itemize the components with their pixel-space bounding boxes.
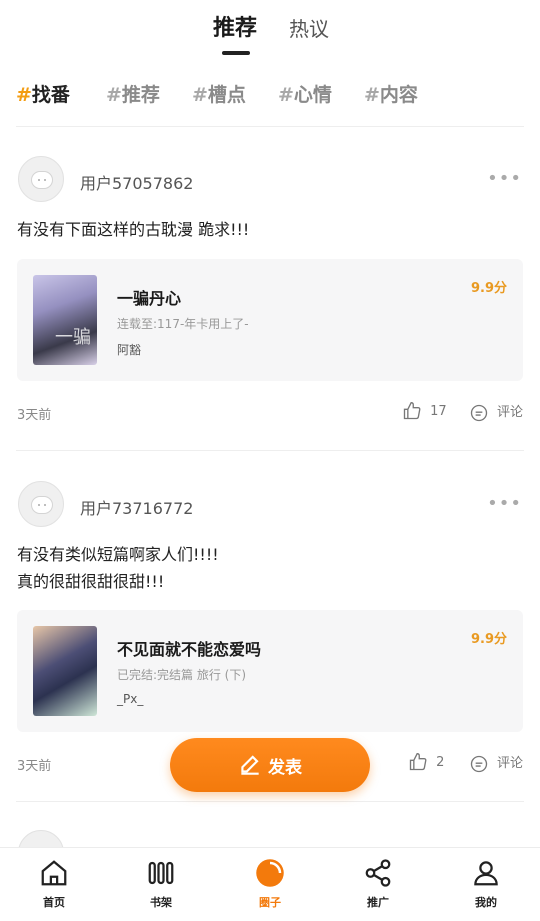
thumbs-up-icon [403,401,421,420]
like-count: 17 [430,403,447,419]
bookshelf-icon [148,861,174,885]
user-icon [474,861,498,886]
tag-filter-row: #找番 #推荐 #槽点 #心情 #内容 [16,80,524,108]
comment-button[interactable]: 评论 [469,401,523,423]
book-score: 9.9分 [470,281,507,296]
book-title: 一骗丹心 [117,289,182,308]
nav-promote[interactable]: 推广 [348,858,408,910]
like-count: 2 [436,754,445,770]
bottom-nav: 首页 书架 圈子 推广 我的 [0,847,540,921]
nav-bookshelf[interactable]: 书架 [131,858,191,910]
username[interactable]: 用户57057862 [80,170,193,194]
tag-find-anime[interactable]: #找番 [16,80,70,107]
top-tab-bar: 推荐 热议 [0,0,540,64]
home-icon [41,860,67,886]
nav-home[interactable]: 首页 [24,858,84,910]
username[interactable]: 用户73716772 [80,495,193,519]
book-score: 9.9分 [470,632,507,647]
tab-underline [222,51,250,55]
book-cover [33,626,97,716]
book-card[interactable]: 不见面就不能恋爱吗 已完结:完结篇 旅行 (下) _Px_ 9.9分 [17,610,523,732]
divider [16,450,524,451]
book-author: 阿豁 [117,343,142,357]
post-time: 3天前 [17,759,52,774]
comment-icon [470,404,488,421]
book-status: 已完结:完结篇 旅行 (下) [117,668,247,682]
tag-mood[interactable]: #心情 [278,80,332,107]
tag-content[interactable]: #内容 [364,80,418,107]
post-text: 有没有类似短篇啊家人们!!!! 真的很甜很甜很甜!!! [17,545,219,591]
nav-circle[interactable]: 圈子 [240,858,300,910]
tab-hot[interactable]: 热议 [289,13,329,42]
comment-icon [470,755,488,772]
thumbs-up-icon [409,752,427,771]
divider [16,126,524,127]
pen-icon [241,755,259,775]
divider [16,801,524,802]
tab-recommend[interactable]: 推荐 [213,10,257,42]
comment-button[interactable]: 评论 [469,752,523,774]
avatar[interactable] [18,481,64,527]
book-status: 连载至:117-年卡用上了- [117,317,249,331]
tag-recommend[interactable]: #推荐 [106,80,160,107]
more-options-icon[interactable]: ••• [487,493,522,514]
avatar[interactable] [18,156,64,202]
like-button[interactable]: 2 [408,752,444,772]
book-title: 不见面就不能恋爱吗 [117,640,262,659]
nav-mine[interactable]: 我的 [456,858,516,910]
post-publish-button[interactable]: 发表 [170,738,370,792]
book-cover: 一骗 [33,275,97,365]
more-options-icon[interactable]: ••• [487,168,522,189]
post-time: 3天前 [17,408,52,423]
post-text: 有没有下面这样的古耽漫 跪求!!! [17,220,250,239]
circle-icon [256,859,284,887]
book-card[interactable]: 一骗 一骗丹心 连载至:117-年卡用上了- 阿豁 9.9分 [17,259,523,381]
like-button[interactable]: 17 [402,401,447,421]
book-author: _Px_ [117,692,144,706]
share-icon [365,859,391,887]
tag-complaints[interactable]: #槽点 [192,80,246,107]
